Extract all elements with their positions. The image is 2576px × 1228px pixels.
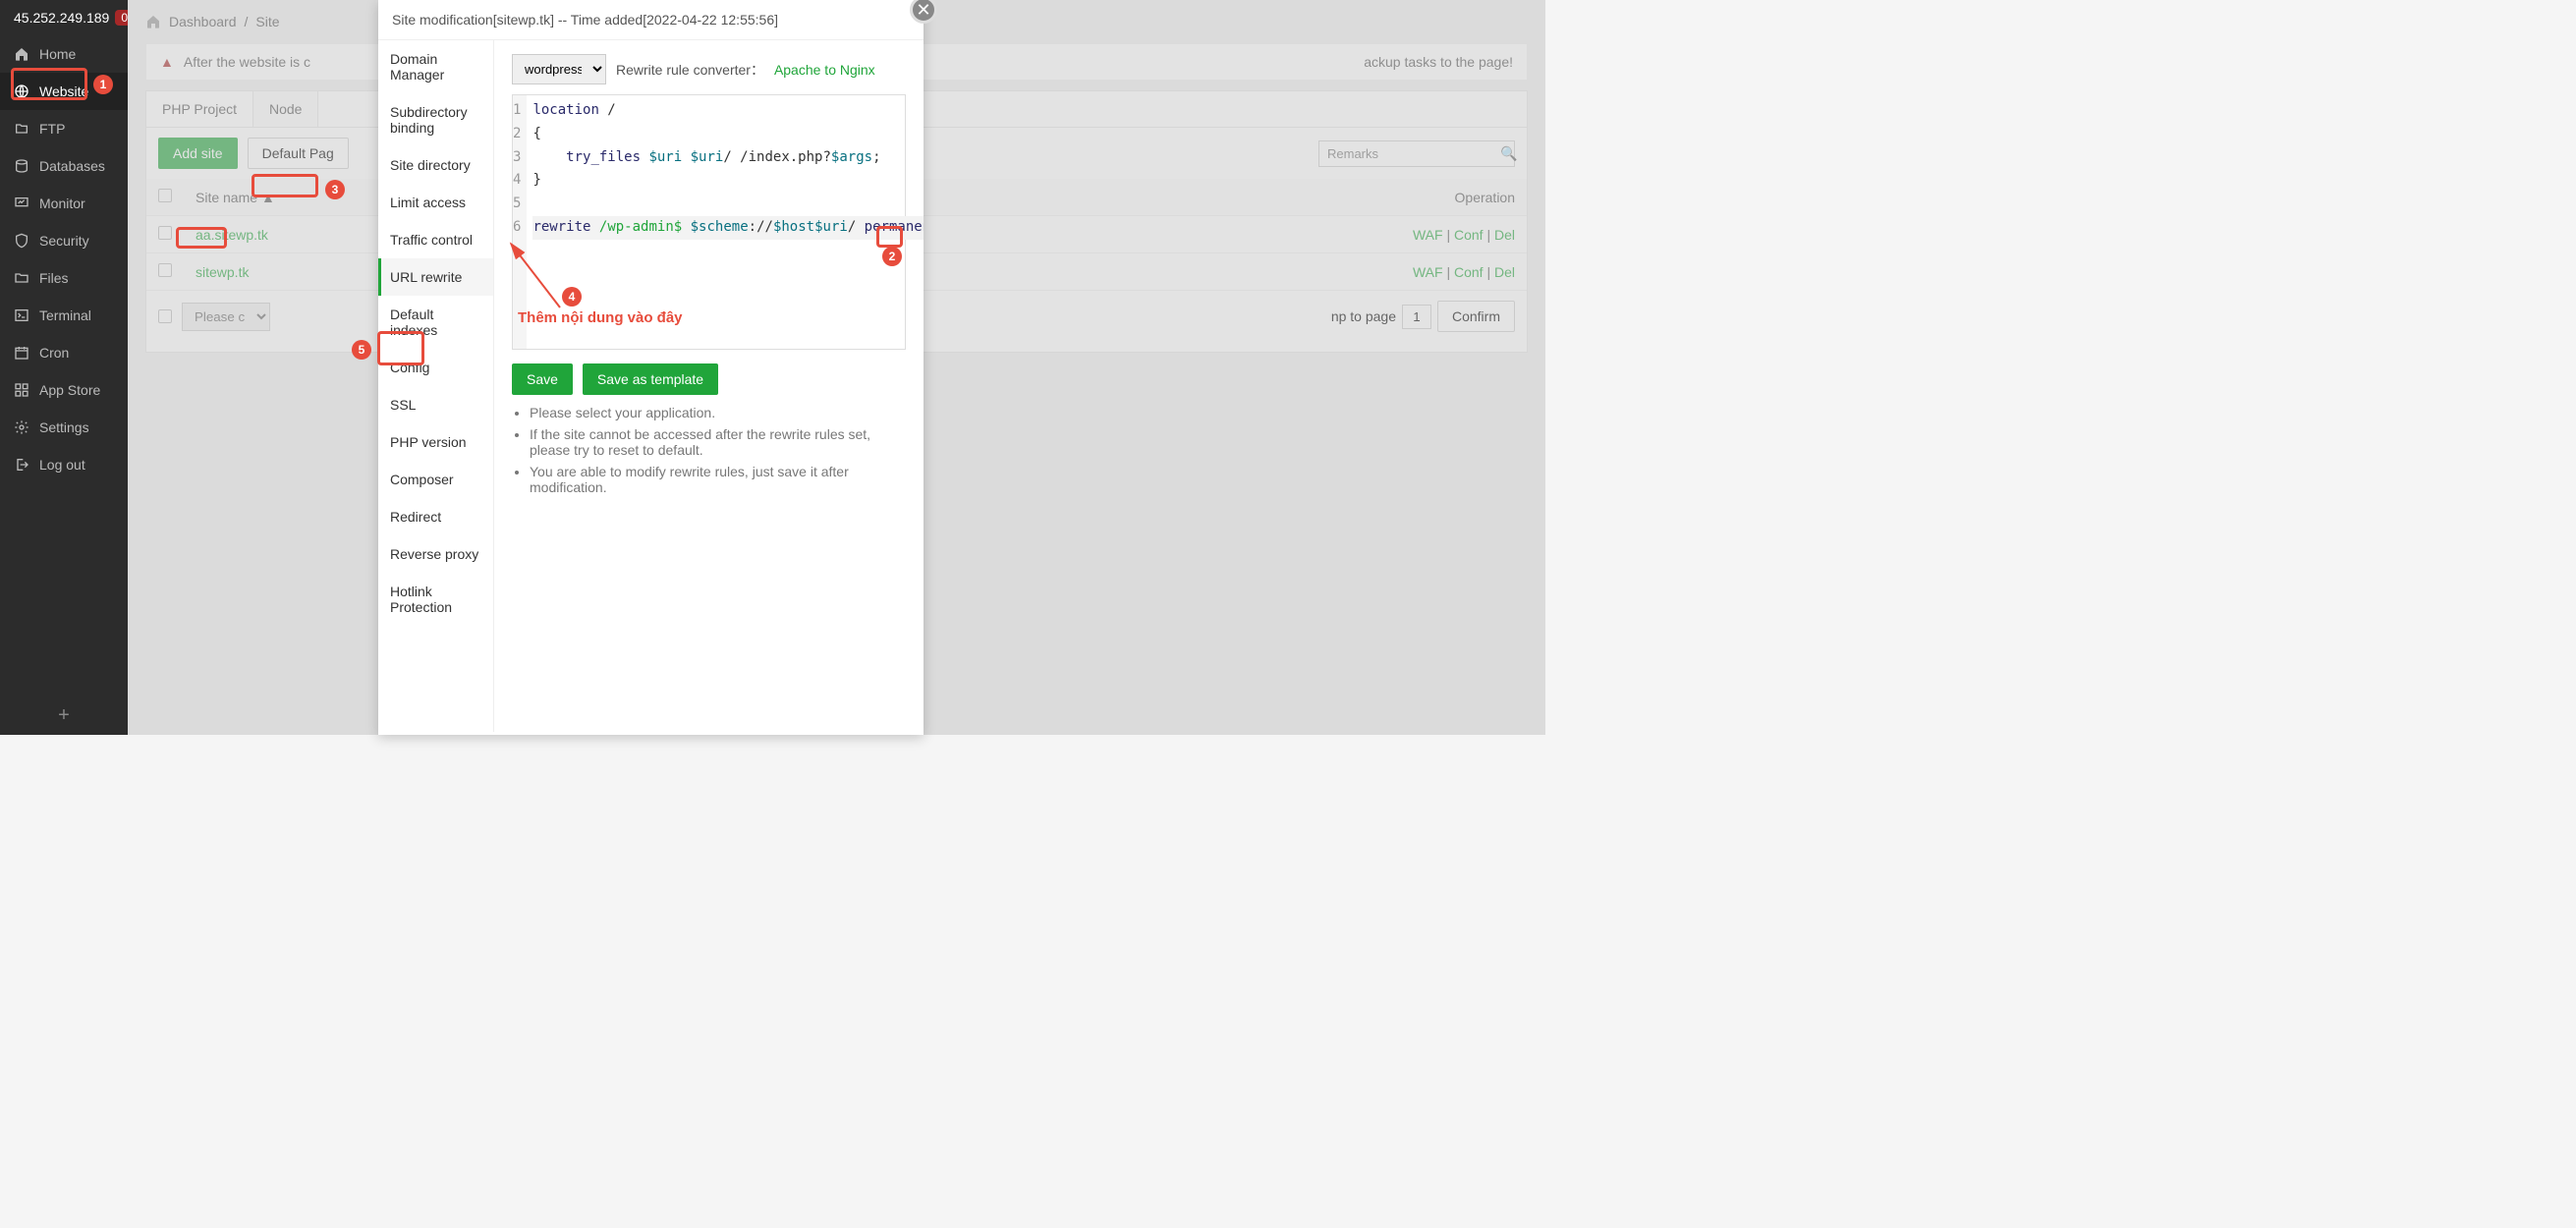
sidebar-item-label: Security [39,233,89,249]
modal-nav-subdirectory-binding[interactable]: Subdirectory binding [378,93,493,146]
sidebar: 45.252.249.189 0 Home Website FTP Databa… [0,0,128,735]
folder-icon [14,270,29,286]
calendar-icon [14,345,29,361]
sidebar-item-label: Databases [39,158,105,174]
close-icon[interactable]: ✕ [910,0,937,24]
rewrite-code-editor[interactable]: 123456 location /{ try_files $uri $uri/ … [512,94,906,350]
sidebar-item-label: Home [39,46,76,62]
modal-nav-ssl[interactable]: SSL [378,386,493,423]
sidebar-item-label: Terminal [39,307,91,323]
modal-nav-config[interactable]: Config [378,349,493,386]
modal-overlay: ✕ Site modification[sitewp.tk] -- Time a… [128,0,1545,735]
sidebar-item-label: Monitor [39,195,85,211]
modal-title: Site modification[sitewp.tk] -- Time add… [378,0,924,40]
home-icon [14,46,29,62]
sidebar-item-label: Cron [39,345,69,361]
sidebar-item-label: Log out [39,457,85,473]
converter-label: Rewrite rule converter： [616,60,764,80]
sidebar-item-appstore[interactable]: App Store [0,371,128,409]
sidebar-item-terminal[interactable]: Terminal [0,297,128,334]
code-gutter: 123456 [513,95,527,349]
modal-nav-url-rewrite[interactable]: URL rewrite [378,258,493,296]
sidebar-item-ftp[interactable]: FTP [0,110,128,147]
globe-icon [14,84,29,99]
sidebar-item-label: Website [39,84,88,99]
save-button[interactable]: Save [512,363,573,395]
modal-nav-default-indexes[interactable]: Default indexes [378,296,493,349]
site-modification-modal: ✕ Site modification[sitewp.tk] -- Time a… [378,0,924,735]
sidebar-add-button[interactable]: + [0,697,128,735]
sidebar-item-files[interactable]: Files [0,259,128,297]
modal-nav-php-version[interactable]: PHP version [378,423,493,461]
ftp-icon [14,121,29,137]
gear-icon [14,419,29,435]
modal-nav-composer[interactable]: Composer [378,461,493,498]
sidebar-item-monitor[interactable]: Monitor [0,185,128,222]
hints-list: Please select your application. If the s… [512,405,906,495]
modal-nav: Domain Manager Subdirectory binding Site… [378,40,494,732]
sidebar-item-label: Settings [39,419,89,435]
sidebar-item-label: App Store [39,382,100,398]
sidebar-item-home[interactable]: Home [0,35,128,73]
sidebar-item-website[interactable]: Website [0,73,128,110]
modal-nav-domain-manager[interactable]: Domain Manager [378,40,493,93]
sidebar-item-security[interactable]: Security [0,222,128,259]
monitor-icon [14,195,29,211]
database-icon [14,158,29,174]
modal-nav-limit-access[interactable]: Limit access [378,184,493,221]
sidebar-item-label: Files [39,270,69,286]
apache-to-nginx-link[interactable]: Apache to Nginx [774,62,875,78]
modal-nav-site-directory[interactable]: Site directory [378,146,493,184]
modal-nav-reverse-proxy[interactable]: Reverse proxy [378,535,493,573]
rewrite-template-select[interactable]: wordpress [512,54,606,84]
main-content: Dashboard / Site ▲ After the website is … [128,0,1545,735]
terminal-icon [14,307,29,323]
modal-nav-traffic-control[interactable]: Traffic control [378,221,493,258]
sidebar-item-cron[interactable]: Cron [0,334,128,371]
shield-icon [14,233,29,249]
modal-content: wordpress Rewrite rule converter： Apache… [494,40,924,732]
sidebar-header: 45.252.249.189 0 [0,0,128,35]
server-ip: 45.252.249.189 [14,10,109,26]
sidebar-item-settings[interactable]: Settings [0,409,128,446]
modal-nav-redirect[interactable]: Redirect [378,498,493,535]
code-area[interactable]: location /{ try_files $uri $uri/ /index.… [527,95,924,349]
modal-nav-hotlink-protection[interactable]: Hotlink Protection [378,573,493,626]
grid-icon [14,382,29,398]
sidebar-item-logout[interactable]: Log out [0,446,128,483]
hint-item: You are able to modify rewrite rules, ju… [530,464,906,495]
sidebar-item-label: FTP [39,121,65,137]
hint-item: If the site cannot be accessed after the… [530,426,906,458]
logout-icon [14,457,29,473]
hint-item: Please select your application. [530,405,906,420]
sidebar-item-databases[interactable]: Databases [0,147,128,185]
save-as-template-button[interactable]: Save as template [583,363,718,395]
